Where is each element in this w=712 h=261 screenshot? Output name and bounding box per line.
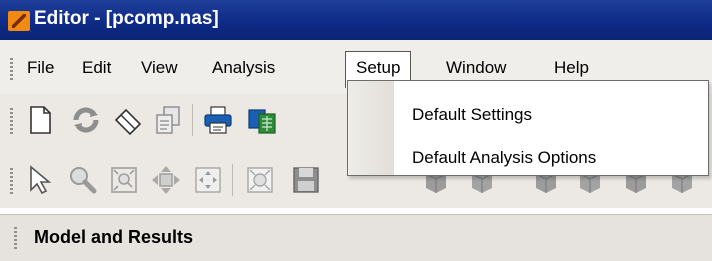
toolbar-separator [192,104,193,136]
eraser-icon[interactable] [112,104,144,136]
model-results-panel-header: Model and Results [0,214,712,261]
menu-edit[interactable]: Edit [82,58,111,78]
toolbar-grip[interactable] [10,108,13,134]
print-icon[interactable] [202,104,234,136]
menu-item-default-settings[interactable]: Default Settings [412,105,532,125]
spreadsheet-icon[interactable] [246,104,278,136]
panel-title: Model and Results [34,227,194,247]
title-bar[interactable]: Editor - [pcomp.nas] [0,0,712,40]
menu-analysis[interactable]: Analysis [212,58,275,78]
save-icon[interactable] [290,164,322,196]
toolbar-grip[interactable] [10,168,13,194]
move-icon[interactable] [192,164,224,196]
menu-icon-gutter [348,81,394,175]
menu-window[interactable]: Window [446,58,506,78]
panel-grip[interactable] [14,227,17,249]
window-title: Editor - [pcomp.nas] [34,8,219,29]
setup-dropdown-menu: Default Settings Default Analysis Option… [347,80,709,176]
refresh-icon[interactable] [70,104,102,136]
menu-file[interactable]: File [27,58,54,78]
menu-item-default-analysis-options[interactable]: Default Analysis Options [412,148,596,168]
toolbar-separator [232,164,233,196]
menu-view[interactable]: View [141,58,178,78]
menu-help[interactable]: Help [554,58,589,78]
copy-document-icon[interactable] [152,104,184,136]
pointer-icon[interactable] [24,164,56,196]
zoom-extents-icon[interactable] [244,164,276,196]
app-logo-icon [8,11,30,31]
menubar-grip[interactable] [10,58,13,80]
pan-rotate-icon[interactable] [150,164,182,196]
new-file-icon[interactable] [24,104,56,136]
zoom-icon[interactable] [66,164,98,196]
zoom-fit-icon[interactable] [108,164,140,196]
